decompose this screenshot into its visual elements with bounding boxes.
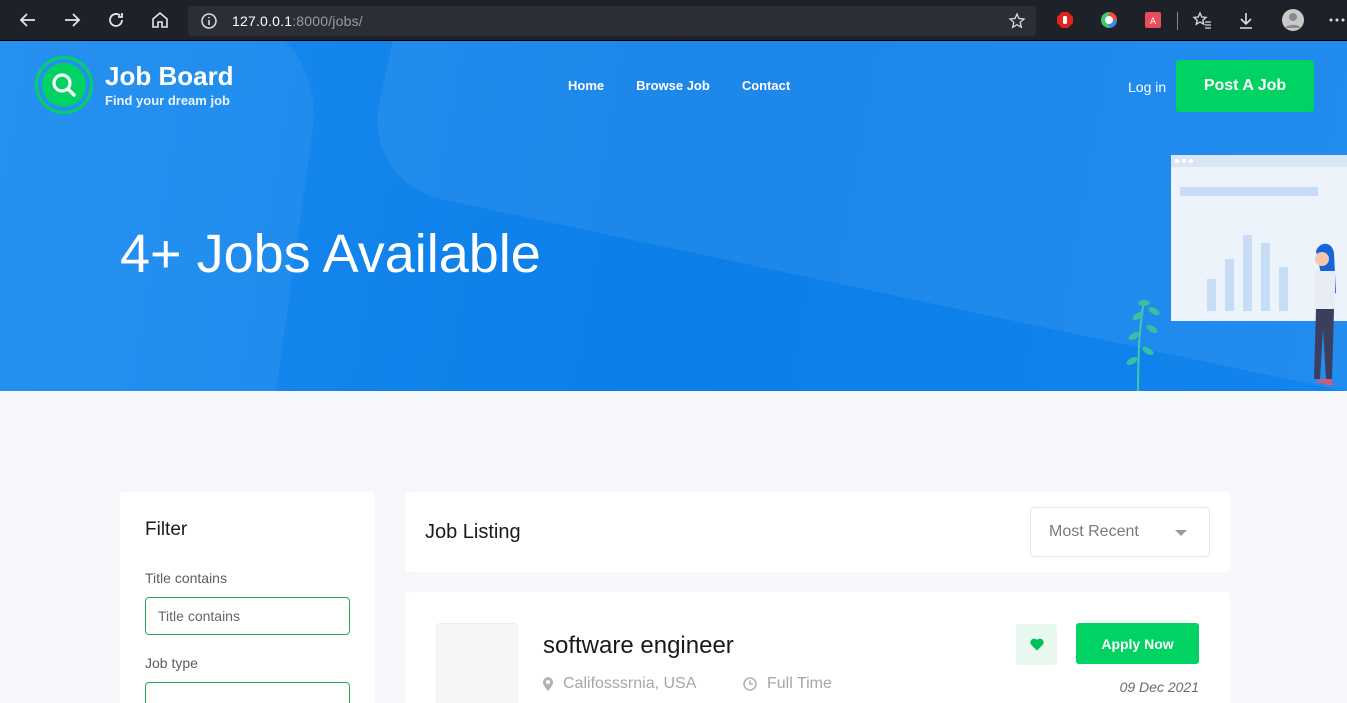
- brand-title: Job Board: [105, 61, 234, 91]
- url-text: 127.0.0.1:8000/jobs/: [232, 13, 363, 29]
- chevron-down-icon: [1175, 530, 1187, 536]
- login-link[interactable]: Log in: [1128, 79, 1166, 95]
- post-job-button[interactable]: Post A Job: [1176, 60, 1314, 112]
- forward-icon[interactable]: [60, 8, 84, 32]
- job-type: Full Time: [743, 675, 832, 693]
- color-picker-extension-icon[interactable]: [1099, 10, 1119, 30]
- translate-extension-icon[interactable]: A: [1143, 10, 1163, 30]
- site-logo[interactable]: Job Board Find your dream job: [35, 56, 234, 114]
- browser-toolbar: 127.0.0.1:8000/jobs/ A: [0, 0, 1347, 41]
- reload-icon[interactable]: [104, 8, 128, 32]
- brand-tagline: Find your dream job: [105, 93, 230, 108]
- hero-title: 4+ Jobs Available: [120, 224, 541, 284]
- apply-now-button[interactable]: Apply Now: [1076, 623, 1199, 664]
- hero-banner: Job Board Find your dream job Home Brows…: [0, 41, 1347, 391]
- job-location: Califosssrnia, USA: [543, 675, 696, 693]
- job-card[interactable]: software engineer Califosssrnia, USA Ful…: [405, 592, 1230, 703]
- home-icon[interactable]: [148, 8, 172, 32]
- job-type-label: Job type: [145, 655, 198, 671]
- sort-select[interactable]: Most Recent: [1030, 507, 1210, 557]
- toolbar-separator: [1177, 12, 1178, 30]
- heart-icon: [1029, 638, 1044, 651]
- location-pin-icon: [543, 677, 553, 691]
- nav-link-home[interactable]: Home: [568, 78, 604, 93]
- listing-heading: Job Listing: [425, 521, 521, 543]
- svg-text:A: A: [1150, 17, 1157, 27]
- favorites-icon[interactable]: [1192, 10, 1212, 30]
- clock-icon: [743, 677, 757, 691]
- more-menu-icon[interactable]: [1327, 10, 1347, 30]
- nav-link-contact[interactable]: Contact: [742, 78, 790, 93]
- title-filter-input[interactable]: [145, 597, 350, 635]
- nav-link-browse-job[interactable]: Browse Job: [636, 78, 710, 93]
- info-icon[interactable]: [200, 12, 218, 30]
- downloads-icon[interactable]: [1236, 10, 1256, 30]
- adblock-extension-icon[interactable]: [1055, 10, 1075, 30]
- title-filter-label: Title contains: [145, 570, 227, 586]
- hero-illustration: [1126, 155, 1347, 391]
- listing-header: Job Listing Most Recent: [405, 492, 1230, 572]
- filter-heading: Filter: [145, 519, 188, 540]
- job-type-input[interactable]: [145, 682, 350, 703]
- favorite-star-icon[interactable]: [1008, 12, 1026, 30]
- sort-value: Most Recent: [1049, 523, 1139, 540]
- profile-avatar-icon[interactable]: [1281, 8, 1305, 32]
- main-nav: Home Browse Job Contact: [568, 78, 790, 93]
- logo-search-icon: [35, 56, 93, 114]
- favorite-button[interactable]: [1016, 624, 1057, 665]
- back-icon[interactable]: [16, 8, 40, 32]
- job-title[interactable]: software engineer: [543, 632, 734, 660]
- filter-panel: Filter Title contains Job type: [120, 492, 375, 703]
- company-logo: [436, 623, 518, 703]
- job-date: 09 Dec 2021: [1119, 679, 1199, 695]
- address-bar[interactable]: 127.0.0.1:8000/jobs/: [188, 6, 1036, 36]
